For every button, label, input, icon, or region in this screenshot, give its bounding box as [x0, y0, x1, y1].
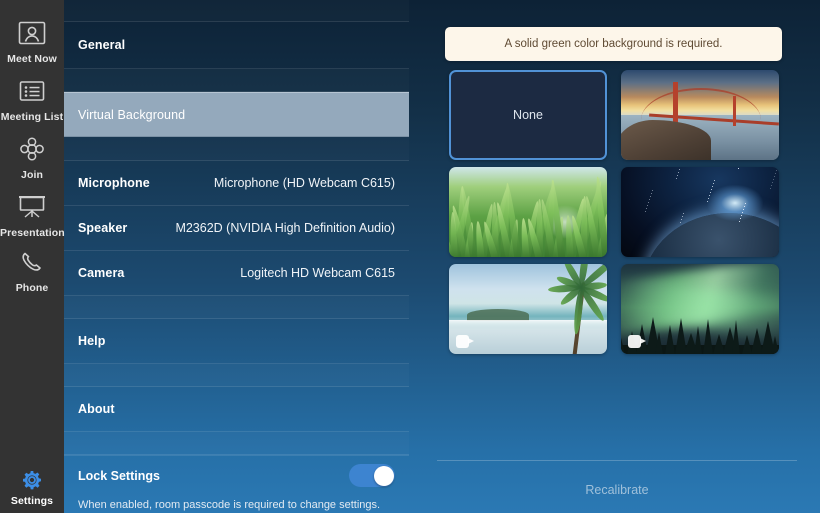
settings-label-help: Help — [78, 334, 106, 348]
settings-label-speaker: Speaker — [78, 221, 128, 235]
settings-row-camera[interactable]: Camera Logitech HD Webcam C615 — [64, 251, 409, 296]
background-thumbnail-grid: None — [449, 70, 779, 354]
join-clover-icon — [0, 136, 64, 166]
background-thumbnail-aurora-borealis[interactable] — [621, 264, 779, 354]
settings-spacer-1 — [64, 69, 409, 92]
toggle-knob — [373, 465, 394, 486]
settings-label-general: General — [78, 38, 126, 52]
sidebar-item-presentation[interactable]: Presentation — [0, 194, 65, 239]
left-nav-sidebar: Meet Now Meeting List Join Presentation … — [0, 0, 65, 513]
sidebar-item-join[interactable]: Join — [0, 136, 64, 181]
background-thumbnail-earth-from-space[interactable] — [621, 167, 779, 257]
settings-spacer-top — [64, 0, 409, 22]
bridge-artwork — [621, 70, 779, 160]
sidebar-item-settings[interactable]: Settings — [0, 468, 64, 507]
video-badge-icon — [456, 335, 475, 348]
recalibrate-divider — [437, 460, 797, 461]
sidebar-label-meeting-list: Meeting List — [0, 111, 64, 123]
grass-artwork — [449, 167, 607, 257]
settings-row-virtual-background[interactable]: Virtual Background — [64, 92, 409, 137]
sidebar-label-join: Join — [21, 169, 43, 181]
sidebar-item-meeting-list[interactable]: Meeting List — [0, 78, 64, 123]
background-thumbnail-tropical-beach[interactable] — [449, 264, 607, 354]
settings-row-lock-settings[interactable]: Lock Settings — [64, 455, 409, 495]
settings-spacer-2 — [64, 137, 409, 161]
sidebar-label-presentation: Presentation — [0, 227, 65, 239]
sidebar-item-meet-now[interactable]: Meet Now — [0, 20, 64, 65]
virtual-background-panel: A solid green color background is requir… — [409, 0, 820, 513]
banner-text: A solid green color background is requir… — [504, 38, 723, 50]
settings-spacer-5 — [64, 432, 409, 455]
recalibrate-button[interactable]: Recalibrate — [585, 483, 648, 513]
sidebar-label-settings: Settings — [10, 495, 54, 507]
list-icon — [0, 78, 64, 108]
settings-label-microphone: Microphone — [78, 176, 150, 190]
virtual-background-settings-screen: Meet Now Meeting List Join Presentation … — [0, 0, 820, 513]
lock-settings-toggle[interactable] — [349, 464, 395, 487]
settings-label-lock-settings: Lock Settings — [78, 468, 160, 483]
settings-value-microphone: Microphone (HD Webcam C615) — [213, 176, 395, 190]
person-frame-icon — [0, 20, 64, 50]
earth-artwork — [621, 167, 779, 257]
settings-list-panel: General Virtual Background Microphone Mi… — [64, 0, 409, 513]
settings-spacer-3 — [64, 296, 409, 319]
settings-value-camera: Logitech HD Webcam C615 — [240, 266, 395, 280]
settings-row-speaker[interactable]: Speaker M2362D (NVIDIA High Definition A… — [64, 206, 409, 251]
settings-label-about: About — [78, 402, 115, 416]
green-screen-notice-banner: A solid green color background is requir… — [445, 27, 782, 61]
video-badge-icon — [628, 335, 647, 348]
background-thumbnail-none[interactable]: None — [449, 70, 607, 160]
sidebar-label-phone: Phone — [15, 282, 49, 294]
settings-spacer-4 — [64, 364, 409, 387]
background-thumbnail-grass[interactable] — [449, 167, 607, 257]
settings-row-about[interactable]: About — [64, 387, 409, 432]
settings-label-virtual-background: Virtual Background — [78, 107, 186, 122]
settings-label-camera: Camera — [78, 266, 125, 280]
lock-settings-description: When enabled, room passcode is required … — [78, 499, 381, 511]
settings-row-help[interactable]: Help — [64, 319, 409, 364]
settings-row-microphone[interactable]: Microphone Microphone (HD Webcam C615) — [64, 161, 409, 206]
settings-row-general[interactable]: General — [64, 22, 409, 69]
recalibrate-section: Recalibrate — [437, 460, 797, 513]
thumbnail-label-none: None — [513, 108, 543, 122]
sidebar-item-phone[interactable]: Phone — [0, 249, 64, 294]
sidebar-label-meet-now: Meet Now — [7, 53, 57, 65]
presentation-screen-icon — [0, 194, 64, 224]
settings-value-speaker: M2362D (NVIDIA High Definition Audio) — [175, 221, 395, 235]
phone-handset-icon — [0, 249, 64, 279]
background-thumbnail-golden-gate-bridge[interactable] — [621, 70, 779, 160]
gear-icon — [0, 468, 64, 492]
